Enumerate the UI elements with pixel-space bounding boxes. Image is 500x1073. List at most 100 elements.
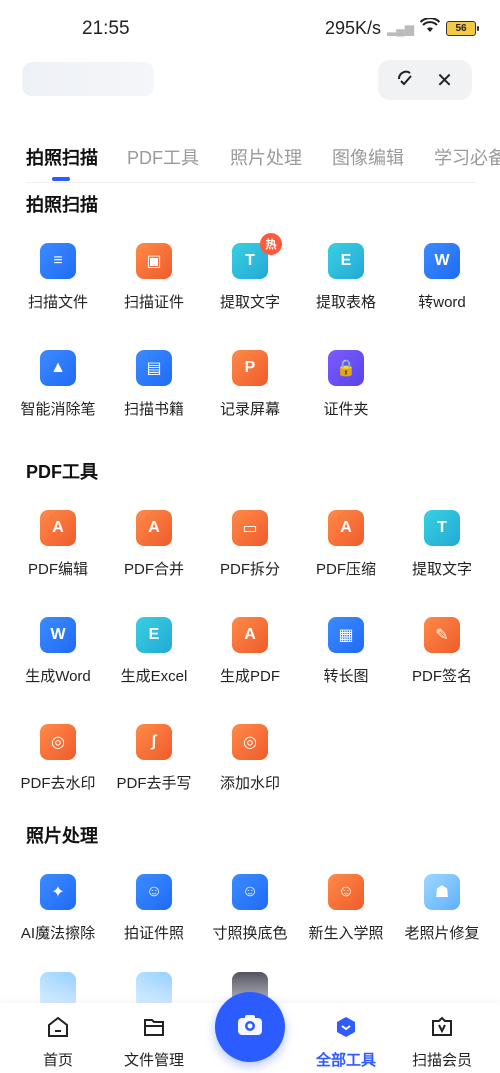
scan-book-icon: ▤ <box>136 350 172 386</box>
tool-add-watermark[interactable]: ◎ 添加水印 <box>202 724 298 793</box>
close-icon[interactable]: ✕ <box>430 65 460 95</box>
tool-pdf-merge[interactable]: A PDF合并 <box>106 510 202 579</box>
tab-scan[interactable]: 拍照扫描 <box>26 144 98 170</box>
tool-label: 生成PDF <box>219 668 280 685</box>
category-tabs: 拍照扫描 PDF工具 照片处理 图像编辑 学习必备 <box>0 140 500 182</box>
tool-generate-word[interactable]: W 生成Word <box>10 617 106 686</box>
tool-label: 拍证件照 <box>123 925 184 942</box>
tool-label: PDF去水印 <box>20 775 96 792</box>
smart-eraser-icon: ▲ <box>40 350 76 386</box>
old-photo-repair-icon: ☗ <box>424 874 460 910</box>
pdf-edit-icon: A <box>40 510 76 546</box>
nav-label: 文件管理 <box>123 1052 184 1069</box>
pdf-split-icon: ▭ <box>232 510 268 546</box>
tool-pdf-remove-handwriting[interactable]: ∫ PDF去手写 <box>106 724 202 793</box>
tool-pdf-split[interactable]: ▭ PDF拆分 <box>202 510 298 579</box>
tool-generate-pdf[interactable]: A 生成PDF <box>202 617 298 686</box>
tab-image-edit[interactable]: 图像编辑 <box>332 144 404 170</box>
section-title-photo: 照片处理 <box>26 826 98 846</box>
tool-id-photo[interactable]: ☺ 拍证件照 <box>106 874 202 943</box>
id-photo-icon: ☺ <box>136 874 172 910</box>
tool-record-screen[interactable]: P 记录屏幕 <box>202 350 298 419</box>
tool-pdf-compress[interactable]: A PDF压缩 <box>298 510 394 579</box>
record-screen-icon: P <box>232 350 268 386</box>
tool-label: 添加水印 <box>219 775 280 792</box>
tab-indicator <box>52 177 70 181</box>
tab-pdf[interactable]: PDF工具 <box>127 144 199 170</box>
generate-word-icon: W <box>40 617 76 653</box>
signal-icon: ▂▄▆ <box>387 21 414 36</box>
pdf-compress-icon: A <box>328 510 364 546</box>
pdf-tools-grid: A PDF编辑 A PDF合并 ▭ PDF拆分 A PDF压缩 T 提取文字 W… <box>10 510 490 793</box>
tool-school-photo[interactable]: ☺ 新生入学照 <box>298 874 394 943</box>
tool-label: 提取文字 <box>411 561 472 578</box>
section-title-scan: 拍照扫描 <box>26 195 98 215</box>
nav-vip[interactable]: 扫描会员 <box>394 1013 490 1070</box>
nav-label: 全部工具 <box>315 1052 376 1069</box>
status-bar: 21:55 295K/s ▂▄▆ 56 <box>0 0 500 56</box>
id-folder-icon: 🔒 <box>328 350 364 386</box>
tool-scan-book[interactable]: ▤ 扫描书籍 <box>106 350 202 419</box>
tool-to-long-image[interactable]: ▦ 转长图 <box>298 617 394 686</box>
tool-to-word[interactable]: W 转word <box>394 243 490 312</box>
hot-badge: 热 <box>260 233 282 255</box>
add-watermark-icon: ◎ <box>232 724 268 760</box>
tool-label: 扫描书籍 <box>123 401 184 418</box>
scan-file-icon: ≡ <box>40 243 76 279</box>
tool-label: 转word <box>418 294 466 311</box>
tool-id-folder[interactable]: 🔒 证件夹 <box>298 350 394 419</box>
ai-magic-erase-icon: ✦ <box>40 874 76 910</box>
pdf-merge-icon: A <box>136 510 172 546</box>
section-title-pdf: PDF工具 <box>26 462 98 482</box>
tool-label: 扫描文件 <box>27 294 88 311</box>
status-right: 295K/s ▂▄▆ 56 <box>324 17 479 39</box>
generate-pdf-icon: A <box>232 617 268 653</box>
tool-change-bg-color[interactable]: ☺ 寸照换底色 <box>202 874 298 943</box>
tool-label: PDF合并 <box>123 561 184 578</box>
folder-icon <box>140 1013 168 1041</box>
tool-label: PDF压缩 <box>315 561 376 578</box>
tool-pdf-extract-text[interactable]: T 提取文字 <box>394 510 490 579</box>
tab-study[interactable]: 学习必备 <box>434 144 500 170</box>
school-photo-icon: ☺ <box>328 874 364 910</box>
tool-pdf-remove-watermark[interactable]: ◎ PDF去水印 <box>10 724 106 793</box>
tool-scan-id[interactable]: ▣ 扫描证件 <box>106 243 202 312</box>
nav-files[interactable]: 文件管理 <box>106 1013 202 1070</box>
tool-generate-excel[interactable]: E 生成Excel <box>106 617 202 686</box>
all-tools-icon <box>332 1013 360 1041</box>
tool-extract-table[interactable]: E 提取表格 <box>298 243 394 312</box>
pdf-remove-watermark-icon: ◎ <box>40 724 76 760</box>
tool-label: 生成Excel <box>120 668 188 685</box>
pdf-remove-handwriting-icon: ∫ <box>136 724 172 760</box>
tool-label: 转长图 <box>323 668 369 685</box>
tool-label: 寸照换底色 <box>212 925 288 942</box>
tool-ai-magic-erase[interactable]: ✦ AI魔法擦除 <box>10 874 106 943</box>
tool-label: PDF去手写 <box>116 775 192 792</box>
tool-label: 新生入学照 <box>308 925 384 942</box>
tool-old-photo-repair[interactable]: ☗ 老照片修复 <box>394 874 490 943</box>
tool-label: PDF编辑 <box>27 561 88 578</box>
tab-photo[interactable]: 照片处理 <box>230 144 302 170</box>
nav-label: 首页 <box>42 1052 73 1069</box>
tool-smart-eraser[interactable]: ▲ 智能消除笔 <box>10 350 106 419</box>
tool-scan-file[interactable]: ≡ 扫描文件 <box>10 243 106 312</box>
to-word-icon: W <box>424 243 460 279</box>
home-icon <box>44 1013 72 1041</box>
extract-table-icon: E <box>328 243 364 279</box>
nav-home[interactable]: 首页 <box>10 1013 106 1070</box>
change-bg-color-icon: ☺ <box>232 874 268 910</box>
scan-tools-grid: ≡ 扫描文件 ▣ 扫描证件 T 热 提取文字 E 提取表格 W 转word ▲ … <box>10 233 490 419</box>
nav-label: 扫描会员 <box>411 1052 472 1069</box>
tool-pdf-edit[interactable]: A PDF编辑 <box>10 510 106 579</box>
tool-extract-text[interactable]: T 热 提取文字 <box>202 233 298 312</box>
tool-pdf-sign[interactable]: ✎ PDF签名 <box>394 617 490 686</box>
mini-program-icon[interactable] <box>391 65 421 95</box>
tool-label: AI魔法擦除 <box>20 925 96 942</box>
tool-label: 记录屏幕 <box>219 401 280 418</box>
camera-scan-button[interactable] <box>215 992 285 1062</box>
pdf-sign-icon: ✎ <box>424 617 460 653</box>
generate-excel-icon: E <box>136 617 172 653</box>
nav-all-tools[interactable]: 全部工具 <box>298 1013 394 1070</box>
network-speed: 295K/s <box>324 18 382 38</box>
tool-label: PDF签名 <box>411 668 472 685</box>
